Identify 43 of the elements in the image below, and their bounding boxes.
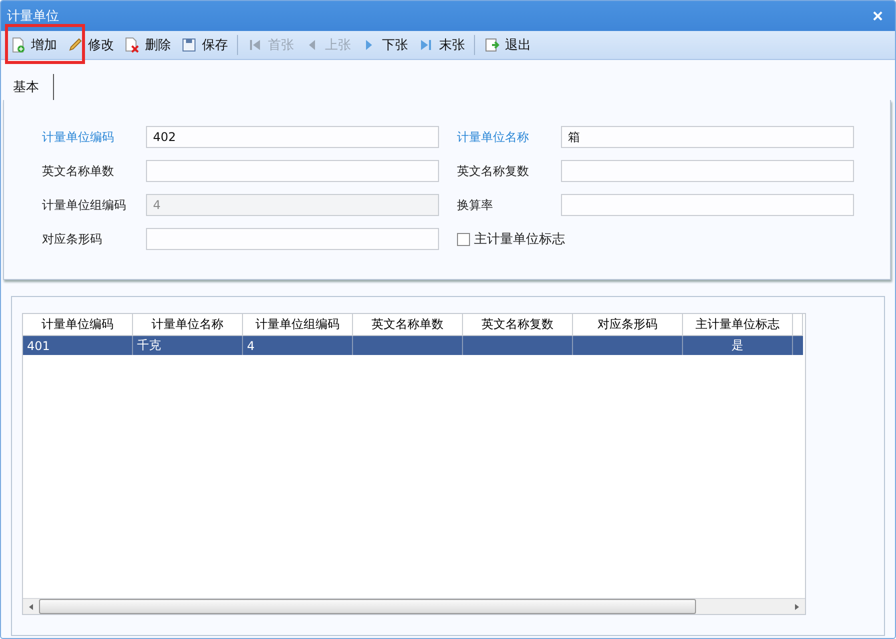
toolbar-button[interactable]: 修改 <box>64 34 117 56</box>
toolbar-button[interactable]: 删除 <box>121 34 174 56</box>
window-title: 计量单位 <box>7 8 59 25</box>
toolbar-button[interactable]: 退出 <box>481 34 534 56</box>
add-document-icon <box>10 37 26 53</box>
input-field[interactable]: 箱 <box>561 126 854 148</box>
pencil-icon <box>67 37 83 53</box>
delete-document-icon <box>124 37 140 53</box>
column-header[interactable]: 计量单位组编码 <box>243 314 353 336</box>
input-field[interactable] <box>561 194 854 216</box>
field-label: 计量单位名称 <box>457 128 530 146</box>
scroll-right-icon[interactable] <box>793 602 801 610</box>
input-field[interactable] <box>561 160 854 182</box>
checkbox[interactable]: 主计量单位标志 <box>457 228 854 250</box>
field-label: 对应条形码 <box>42 230 103 248</box>
column-header[interactable]: 计量单位编码 <box>23 314 133 336</box>
table-cell: 401 <box>23 336 133 355</box>
scrollbar[interactable] <box>23 598 805 614</box>
first-icon <box>247 37 263 53</box>
last-icon <box>418 37 434 53</box>
field-label: 英文名称单数 <box>42 162 115 180</box>
scroll-left-icon[interactable] <box>27 602 35 610</box>
input-field[interactable] <box>146 160 439 182</box>
table-cell: 4 <box>243 336 353 355</box>
field-label: 英文名称复数 <box>457 162 530 180</box>
table-cell: 千克 <box>133 336 243 355</box>
input-field[interactable]: 402 <box>146 126 439 148</box>
field-label: 计量单位编码 <box>42 128 115 146</box>
column-header[interactable]: 主计量单位标志 <box>683 314 793 336</box>
table-cell: 是 <box>683 336 793 355</box>
column-header[interactable]: 对应条形码 <box>573 314 683 336</box>
toolbar-button[interactable]: 保存 <box>178 34 231 56</box>
toolbar-button[interactable]: 末张 <box>415 34 468 56</box>
column-header[interactable]: 英文名称复数 <box>463 314 573 336</box>
exit-icon <box>484 37 500 53</box>
toolbar-button[interactable]: 下张 <box>358 34 411 56</box>
input-field[interactable] <box>146 228 439 250</box>
toolbar-button[interactable]: 增加 <box>7 34 60 56</box>
tab[interactable]: 基本 <box>7 74 54 100</box>
field-label: 计量单位组编码 <box>42 196 127 214</box>
column-header[interactable]: 计量单位名称 <box>133 314 243 336</box>
field-label: 换算率 <box>457 196 494 214</box>
column-header[interactable]: 英文名称单数 <box>353 314 463 336</box>
